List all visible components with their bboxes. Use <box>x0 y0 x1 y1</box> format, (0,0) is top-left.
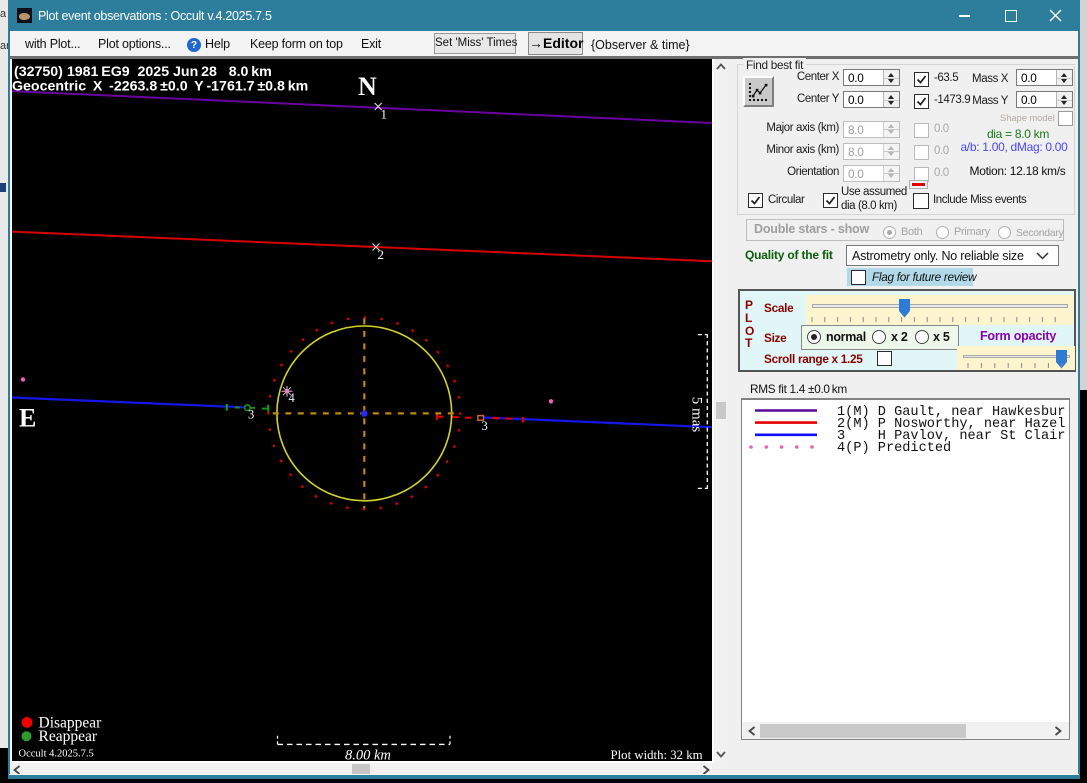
svg-text:5 mas: 5 mas <box>689 397 705 433</box>
svg-text:2: 2 <box>378 247 385 262</box>
svg-text:4(P) Predicted: 4(P) Predicted <box>837 441 951 456</box>
svg-text:8.00 km: 8.00 km <box>345 748 391 762</box>
svg-text:N: N <box>358 72 377 101</box>
svg-text:Geocentric X -2263.8 ±0.0 Y: Geocentric X -2263.8 ±0.0 Y -1761.7 ±0.8… <box>12 79 308 95</box>
svg-text:1: 1 <box>381 107 388 122</box>
svg-text:3: 3 <box>482 419 488 433</box>
svg-text:Occult 4.2025.7.5: Occult 4.2025.7.5 <box>19 749 94 760</box>
svg-text:Plot width: 32 km: Plot width: 32 km <box>611 748 703 761</box>
svg-text:4: 4 <box>289 391 296 405</box>
svg-text:Reappear: Reappear <box>39 728 98 745</box>
svg-text:3: 3 <box>248 408 254 422</box>
svg-text:E: E <box>19 404 36 433</box>
